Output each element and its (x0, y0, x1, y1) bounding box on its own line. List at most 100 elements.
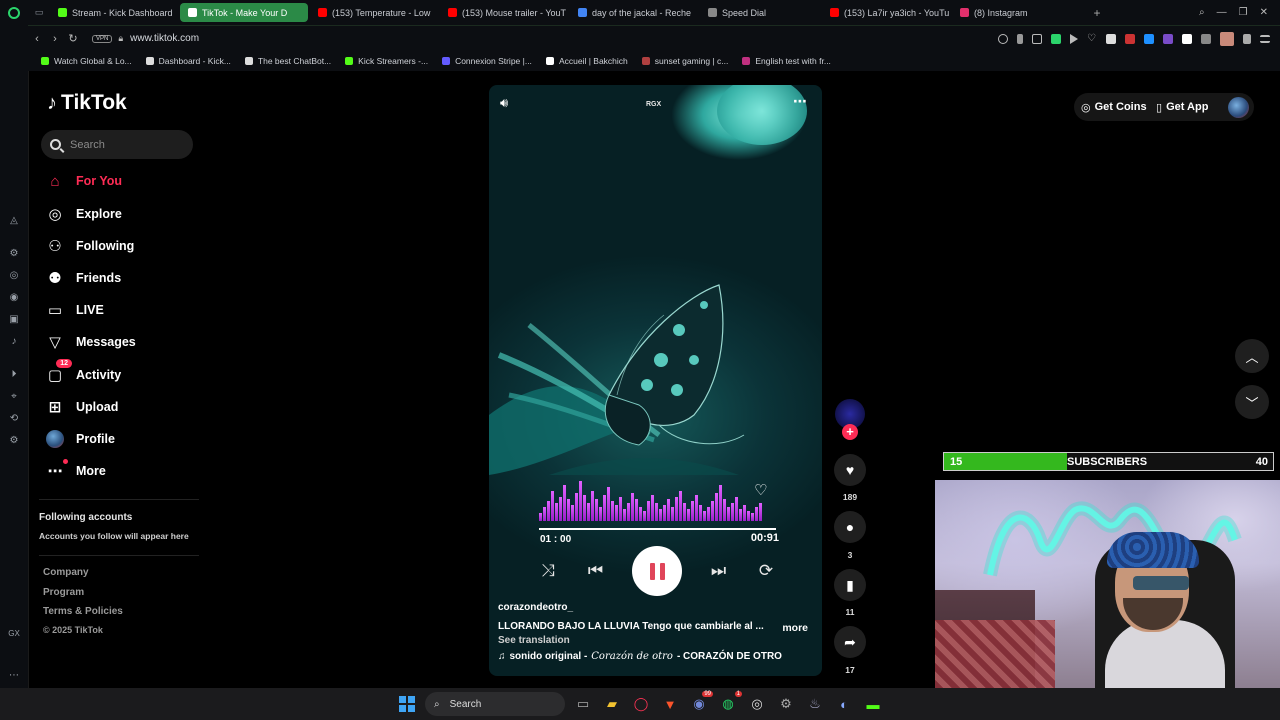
settings-icon[interactable]: ⚙︎ (8, 435, 20, 447)
url-field[interactable]: www.tiktok.com (130, 33, 199, 44)
browser-tab[interactable]: day of the jackal - Reche (570, 3, 698, 22)
save-button[interactable]: ▮ (834, 569, 866, 601)
extension-icon-4[interactable] (1163, 33, 1173, 44)
forward-icon[interactable]: › (46, 33, 64, 45)
search-tabs-icon[interactable]: ⌕ (1199, 7, 1205, 18)
opera-gx-icon[interactable]: ◯ (630, 693, 652, 715)
previous-video-button[interactable]: ︿ (1235, 339, 1269, 373)
menu-icon[interactable] (1260, 34, 1270, 43)
extension-icon-2[interactable] (1125, 33, 1135, 44)
messenger-icon[interactable]: ◎ (8, 270, 20, 282)
whatsapp-taskbar-icon[interactable]: ◍ 1 (717, 691, 742, 715)
extension-icon-5[interactable] (1182, 33, 1192, 44)
minimize-icon[interactable]: — (1217, 7, 1227, 18)
whatsapp-icon[interactable]: ◉ (8, 292, 20, 304)
back-icon[interactable]: ‹ (28, 33, 46, 45)
bookmark-item[interactable]: Kick Streamers -... (338, 56, 435, 66)
nav-item-live[interactable]: ▭ LIVE (46, 301, 104, 319)
browser-tab[interactable]: Speed Dial (700, 3, 820, 22)
app-icon-blue[interactable]: ◐ (833, 693, 855, 715)
download-icon[interactable] (1243, 33, 1251, 44)
comment-button[interactable]: ● (834, 511, 866, 543)
history-icon[interactable]: ⟲ (8, 413, 20, 425)
player-icon[interactable]: ⏵ (8, 369, 20, 381)
share-button[interactable]: ➦ (834, 626, 866, 658)
browser-tab[interactable]: (153) Mouse trailer - YouT (440, 3, 568, 22)
caption-more-link[interactable]: more (782, 622, 808, 634)
instagram-icon[interactable]: ▣ (8, 314, 20, 326)
shield-icon[interactable] (1051, 33, 1061, 44)
get-coins-button[interactable]: ◎ Get Coins (1081, 94, 1147, 120)
next-video-button[interactable]: ﹀ (1235, 385, 1269, 419)
windows-start-icon[interactable] (396, 693, 418, 715)
aria-icon[interactable]: ◬ (8, 215, 20, 227)
workspaces-icon[interactable]: ▭ (28, 7, 50, 18)
taskbar-search[interactable]: ⌕ Search (425, 692, 565, 716)
sound-link[interactable]: ♫ sonido original - Corazón de otro - CO… (498, 651, 782, 662)
sidebar-more-icon[interactable]: ⋯ (8, 670, 20, 682)
nav-item-friends[interactable]: ⚉ Friends (46, 269, 121, 287)
app-icon-red[interactable]: ⚙︎ (775, 693, 797, 715)
bookmark-item[interactable]: Watch Global & Lo... (34, 56, 139, 66)
nav-item-more[interactable]: ⋯ More (46, 459, 106, 480)
pin-icon[interactable] (1017, 33, 1023, 44)
browser-tab[interactable]: (153) La7ir ya3ich - YouTu (822, 3, 950, 22)
obs-icon[interactable]: ◎ (746, 693, 768, 715)
zoom-icon[interactable] (998, 33, 1008, 44)
browser-tab[interactable]: Stream - Kick Dashboard (50, 3, 178, 22)
bookmark-item[interactable]: The best ChatBot... (238, 56, 338, 66)
reload-icon[interactable]: ↻ (64, 32, 82, 45)
tiktok-icon[interactable]: ♪ (8, 336, 20, 348)
extension-icon-1[interactable] (1106, 33, 1116, 44)
nav-item-profile[interactable]: Profile (46, 430, 115, 448)
bookmark-item[interactable]: Accueil | Bakchich (539, 56, 635, 66)
kick-app-icon[interactable]: ▬ (862, 693, 884, 715)
nav-item-activity[interactable]: ▢ 12 Activity (46, 359, 121, 384)
play-icon[interactable] (1070, 33, 1078, 44)
video-player[interactable]: 🔊︎ RGX ⋯ ♡ 01 : 00 00:91 ⤨ ⏮ ⏭ ⟳ corazon… (489, 85, 822, 676)
browser-tab[interactable]: (8) Instagram (952, 3, 1080, 22)
opera-logo-icon[interactable] (0, 0, 28, 25)
profile-picture-icon[interactable] (1220, 31, 1234, 46)
tiktok-logo[interactable]: ♪ TikTok (47, 91, 127, 115)
chatgpt-icon[interactable]: ⚙︎ (8, 248, 20, 260)
search-input[interactable]: Search (41, 130, 193, 159)
get-app-button[interactable]: ▯ Get App (1156, 94, 1208, 120)
vpn-badge[interactable]: VPN (92, 34, 113, 43)
like-button[interactable]: ♥ (834, 454, 866, 486)
brave-icon[interactable]: ▼ (659, 693, 681, 715)
steam-icon[interactable]: ♨ (804, 693, 826, 715)
bookmark-item[interactable]: Dashboard - Kick... (139, 56, 238, 66)
bookmark-item[interactable]: sunset gaming | c... (635, 56, 736, 66)
nav-item-messages[interactable]: ▽ Messages (46, 333, 136, 351)
browser-tab[interactable]: TikTok - Make Your D (180, 3, 308, 22)
snapshot-icon[interactable] (1032, 33, 1042, 44)
pinboard-icon[interactable]: ⌖ (8, 391, 20, 403)
heart-icon[interactable]: ♡ (1087, 33, 1097, 44)
close-window-icon[interactable]: ✕ (1260, 7, 1268, 18)
gx-icon[interactable]: GX (8, 628, 20, 640)
extensions-puzzle-icon[interactable] (1201, 33, 1211, 44)
browser-tab[interactable]: (153) Temperature - Low (310, 3, 438, 22)
volume-icon[interactable]: 🔊︎ (500, 95, 508, 111)
video-more-options-icon[interactable]: ⋯ (793, 93, 808, 110)
file-explorer-icon[interactable]: ▰ (601, 693, 623, 715)
follow-plus-button[interactable]: + (842, 424, 858, 440)
nav-item-upload[interactable]: ⊞ Upload (46, 398, 119, 416)
footer-company-link[interactable]: Company (43, 567, 89, 578)
nav-item-for-you[interactable]: ⌂ For You (46, 172, 122, 190)
nav-item-following[interactable]: ⚇ Following (46, 237, 134, 255)
video-author[interactable]: corazondeotro_ (498, 602, 573, 613)
lock-icon[interactable]: 🔒︎ (118, 33, 123, 44)
nav-item-explore[interactable]: ◎ Explore (46, 205, 121, 223)
user-avatar[interactable] (1228, 97, 1249, 118)
footer-terms-link[interactable]: Terms & Policies (43, 606, 123, 617)
bookmark-item[interactable]: Connexion Stripe |... (435, 56, 539, 66)
task-view-icon[interactable]: ▭ (572, 693, 594, 715)
new-tab-button[interactable]: + (1088, 6, 1106, 20)
bookmark-item[interactable]: English test with fr... (735, 56, 838, 66)
restore-icon[interactable]: ❐ (1239, 7, 1248, 18)
extension-icon-3[interactable] (1144, 33, 1154, 44)
discord-icon[interactable]: ◉ 99 (688, 691, 713, 715)
see-translation-link[interactable]: See translation (498, 635, 570, 646)
